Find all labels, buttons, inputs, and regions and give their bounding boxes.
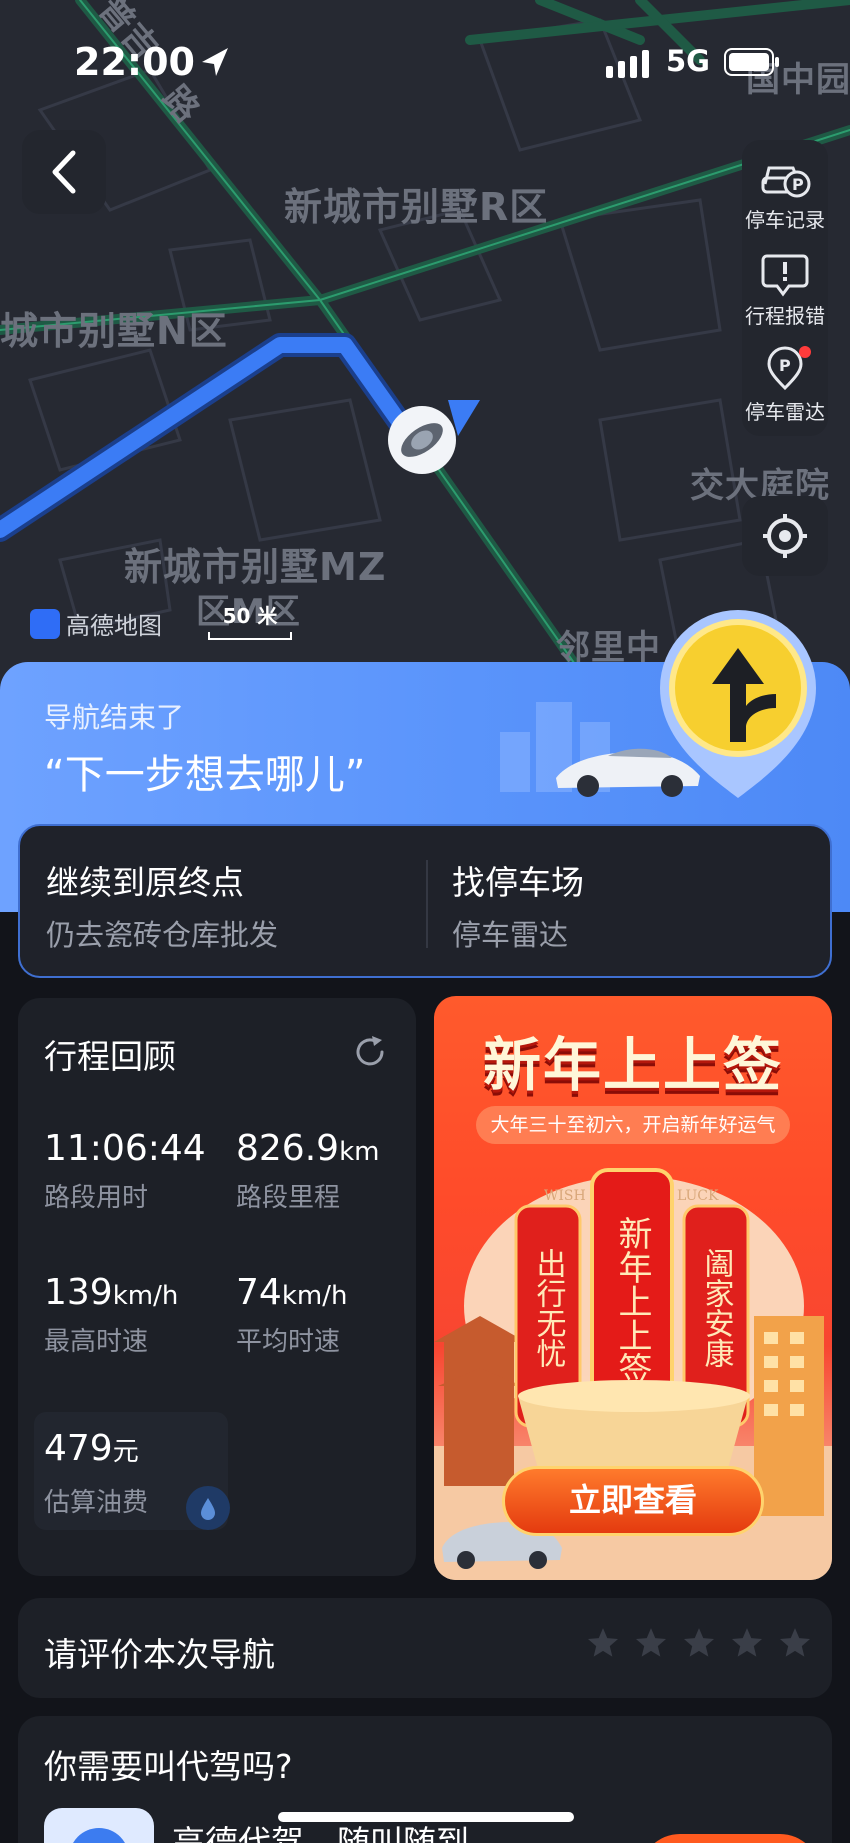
action-title: 找停车场 [452, 863, 584, 902]
stat-label: 路段用时 [44, 1183, 149, 1213]
stat-value: 74 [236, 1272, 282, 1313]
banner-title: 导航结束了 [44, 701, 185, 734]
slip-right-text: 阖家安康 [699, 1248, 735, 1368]
chevron-left-icon [52, 150, 76, 194]
rating-title: 请评价本次导航 [44, 1635, 275, 1674]
parking-record-icon: P [761, 166, 811, 198]
promo-view-button[interactable]: 立即查看 [502, 1466, 764, 1536]
report-error-icon [761, 254, 809, 297]
rate-navigation-card: 请评价本次导航 [18, 1598, 832, 1698]
banner-subtitle: “下一步想去哪儿” [44, 752, 366, 798]
fuel-cost-box: 479元 估算油费 [34, 1412, 230, 1530]
parking-radar-icon: P [767, 346, 811, 391]
tool-label: 停车雷达 [745, 400, 825, 424]
action-subtitle: 停车雷达 [452, 918, 569, 952]
action-subtitle: 仍去瓷砖仓库批发 [46, 918, 279, 952]
battery-icon [724, 48, 779, 76]
star-rating[interactable] [586, 1626, 812, 1660]
notification-dot [799, 346, 811, 358]
continue-to-destination-button[interactable]: 继续到原终点 仍去瓷砖仓库批发 [20, 826, 426, 976]
network-type: 5G [666, 44, 710, 78]
stat-unit: km/h [112, 1281, 179, 1311]
home-indicator[interactable] [278, 1812, 574, 1822]
crosshair-icon [763, 514, 807, 558]
status-time: 22:00 [74, 40, 195, 84]
stat-unit: km/h [281, 1281, 348, 1311]
stat-duration: 11:06:44 路段用时 [44, 1128, 206, 1214]
amap-brand-text: 高德地图 [66, 612, 162, 640]
amap-logo: 高德地图 [30, 606, 162, 641]
star-icon[interactable] [778, 1626, 812, 1660]
map-label: 新城市别墅R区 [284, 185, 549, 229]
map-label: 新城市别墅MZ [124, 545, 387, 589]
stat-distance: 826.9km 路段里程 [236, 1128, 379, 1214]
map-scale-bar [208, 632, 292, 640]
driver-title: 你需要叫代驾吗? [44, 1747, 293, 1786]
slip-left-text: 出行无忧 [531, 1248, 567, 1368]
stat-label: 平均时速 [236, 1327, 341, 1357]
stat-avg-speed: 74km/h 平均时速 [236, 1272, 347, 1358]
driver-avatar [44, 1808, 154, 1843]
star-icon[interactable] [730, 1626, 764, 1660]
turn-direction-pin-icon [660, 610, 816, 798]
report-error-button[interactable]: 行程报错 [742, 246, 828, 342]
fuel-label: 估算油费 [44, 1488, 149, 1518]
tool-label: 行程报错 [745, 304, 825, 328]
tool-label: 停车记录 [745, 208, 825, 232]
signal-icon [606, 50, 649, 78]
promo-subtitle: 大年三十至初六，开启新年好运气 [476, 1106, 790, 1144]
map-label: 城市别墅N区 [0, 309, 228, 353]
amap-logo-icon [30, 608, 60, 639]
star-icon[interactable] [634, 1626, 668, 1660]
parking-radar-button[interactable]: P 停车雷达 [742, 342, 828, 438]
stat-max-speed: 139km/h 最高时速 [44, 1272, 178, 1358]
star-icon[interactable] [586, 1626, 620, 1660]
locate-me-button[interactable] [742, 496, 828, 576]
fuel-value: 479 [44, 1428, 113, 1469]
trip-review-title: 行程回顾 [44, 1037, 176, 1076]
new-year-promo-card[interactable]: 新年上上签 大年三十至初六，开启新年好运气 WISH YOU GOOD LUCK [434, 996, 832, 1580]
stat-label: 最高时速 [44, 1327, 149, 1357]
stat-value: 139 [44, 1272, 113, 1313]
continue-options-card: 继续到原终点 仍去瓷砖仓库批发 找停车场 停车雷达 [18, 824, 832, 978]
star-icon[interactable] [682, 1626, 716, 1660]
status-bar: 22:00 5G [0, 0, 850, 120]
map-scale-text: 50 米 [222, 604, 278, 628]
fuel-drop-icon [186, 1486, 230, 1530]
stat-value: 11:06:44 [44, 1128, 206, 1169]
promo-title: 新年上上签 [482, 1031, 783, 1099]
location-arrow-icon [202, 48, 228, 76]
find-parking-button[interactable]: 找停车场 停车雷达 [426, 826, 832, 976]
trip-review-card: 行程回顾 11:06:44 路段用时 826.9km 路段里程 139km/h … [18, 998, 416, 1576]
stat-label: 路段里程 [236, 1183, 341, 1213]
stat-value: 826.9 [236, 1128, 340, 1169]
fuel-unit: 元 [112, 1437, 139, 1467]
designated-driver-card: 你需要叫代驾吗? 高德代驾，随叫随到 [18, 1716, 832, 1843]
app-root: 新城市别墅R区 城市别墅N区 新城市别墅MZ 区M区 交大庭院 邻里中 国中园 … [0, 0, 850, 1843]
stat-unit: km [339, 1137, 380, 1167]
refresh-icon[interactable] [352, 1034, 388, 1070]
svg-text:P: P [779, 356, 791, 375]
slip-center-text: 新年上上签 [612, 1216, 652, 1386]
action-title: 继续到原终点 [46, 863, 244, 902]
map-tool-column: P 停车记录 行程报错 P 停车雷达 [742, 140, 828, 436]
svg-text:P: P [792, 175, 804, 194]
back-button[interactable] [22, 130, 106, 214]
parking-record-button[interactable]: P 停车记录 [742, 150, 828, 246]
call-driver-button[interactable] [640, 1834, 820, 1843]
map-scale: 50 米 [206, 600, 294, 642]
